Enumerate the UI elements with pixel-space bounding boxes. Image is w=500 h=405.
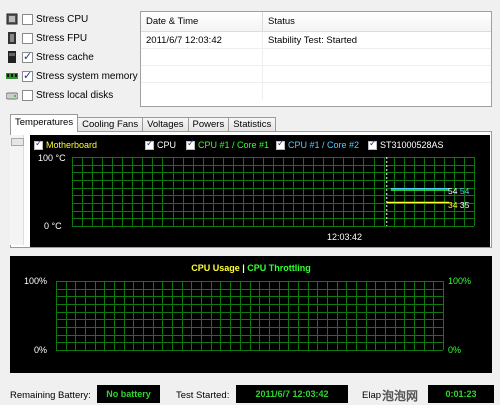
cache-icon [6, 51, 18, 63]
legend-disk[interactable]: ST31000528AS [368, 139, 444, 150]
event-log-header: Date & Time Status [141, 12, 491, 32]
test-started-value: 2011/6/7 12:03:42 [236, 385, 348, 403]
temperature-chart: Motherboard CPU CPU #1 / Core #1 CPU #1 … [30, 135, 490, 247]
memory-icon [6, 70, 18, 82]
value-label-motherboard: 34 35 [448, 200, 470, 210]
temp-x-axis-time: 12:03:42 [327, 232, 363, 242]
legend-core1-label: CPU #1 / Core #1 [198, 140, 270, 150]
legend-cpu[interactable]: CPU [145, 139, 177, 150]
stress-disks-option[interactable]: Stress local disks [5, 87, 114, 103]
watermark-text: 泡泡网 [382, 389, 419, 403]
disk-icon [5, 89, 19, 101]
stress-disks-checkbox[interactable] [22, 89, 33, 101]
empty-row [141, 49, 491, 66]
stress-cpu-checkbox[interactable] [22, 13, 33, 25]
legend-core1[interactable]: CPU #1 / Core #1 [186, 139, 270, 150]
temp-plot-area [72, 157, 475, 227]
remaining-battery-label: Remaining Battery: [10, 390, 91, 401]
cpu-usage-title: CPU Usage [191, 263, 240, 273]
legend-cpu-checkbox[interactable] [145, 139, 154, 150]
elapsed-time-value: 0:01:23 [428, 385, 494, 403]
stress-memory-option[interactable]: Stress system memory [6, 68, 138, 84]
legend-motherboard[interactable]: Motherboard [34, 139, 98, 150]
table-row[interactable]: 2011/6/7 12:03:42 Stability Test: Starte… [141, 32, 491, 49]
legend-core1-checkbox[interactable] [186, 139, 195, 150]
cpu-throttling-title: CPU Throttling [247, 263, 311, 273]
status-column-header[interactable]: Status [263, 12, 491, 31]
throttle-y-axis-max: 100% [448, 276, 472, 286]
tab-cooling-fans[interactable]: Cooling Fans [77, 117, 144, 132]
stress-cache-label: Stress cache [36, 51, 94, 63]
date-time-column-header[interactable]: Date & Time [141, 12, 263, 31]
legend-core2-label: CPU #1 / Core #2 [288, 140, 360, 150]
temp-y-axis-min: 0 °C [44, 221, 62, 231]
value-label-cpu: 54 54 [448, 186, 470, 196]
stress-memory-label: Stress system memory [36, 70, 138, 82]
log-status-cell: Stability Test: Started [268, 35, 358, 46]
stress-cache-option[interactable]: Stress cache [6, 49, 94, 65]
stress-fpu-checkbox[interactable] [22, 32, 33, 44]
stress-fpu-label: Stress FPU [36, 32, 88, 44]
stress-cpu-option[interactable]: Stress CPU [6, 11, 88, 27]
test-started-label: Test Started: [176, 390, 230, 401]
legend-motherboard-checkbox[interactable] [34, 139, 43, 150]
tab-voltages[interactable]: Voltages [142, 117, 189, 132]
legend-disk-label: ST31000528AS [380, 140, 444, 150]
empty-row [141, 83, 491, 100]
usage-plot-area [56, 281, 444, 351]
cpu-usage-legend: CPU Usage | CPU Throttling [191, 263, 311, 273]
stress-fpu-option[interactable]: Stress FPU [6, 30, 87, 46]
stress-disks-label: Stress local disks [36, 89, 114, 101]
scrollbar-thumb[interactable] [11, 138, 24, 146]
remaining-battery-value: No battery [97, 385, 160, 403]
temp-y-axis-max: 100 °C [38, 153, 66, 163]
tab-powers[interactable]: Powers [187, 117, 230, 132]
legend-core2-checkbox[interactable] [276, 139, 285, 150]
stress-cpu-label: Stress CPU [36, 13, 89, 25]
legend-cpu-label: CPU [157, 140, 177, 150]
usage-y-axis-max: 100% [24, 276, 48, 286]
cpu-icon [6, 13, 18, 25]
elapsed-time-label: Elap [362, 390, 382, 401]
event-log-table: Date & Time Status 2011/6/7 12:03:42 Sta… [140, 11, 492, 107]
log-date-cell: 2011/6/7 12:03:42 [141, 32, 263, 48]
legend-motherboard-label: Motherboard [46, 140, 98, 150]
stress-cache-checkbox[interactable] [22, 50, 33, 63]
tab-statistics[interactable]: Statistics [228, 117, 277, 132]
sensor-tabs: Temperatures Cooling Fans Voltages Power… [10, 114, 277, 132]
legend-scrollbar[interactable] [10, 135, 24, 245]
usage-y-axis-min: 0% [34, 345, 48, 355]
legend-core2[interactable]: CPU #1 / Core #2 [276, 139, 360, 150]
fpu-icon [6, 32, 18, 44]
empty-row [141, 66, 491, 83]
stress-memory-checkbox[interactable] [22, 69, 33, 82]
throttle-y-axis-min: 0% [448, 345, 462, 355]
tab-temperatures[interactable]: Temperatures [10, 114, 79, 132]
legend-disk-checkbox[interactable] [368, 139, 377, 150]
cpu-usage-chart: CPU Usage | CPU Throttling 100% 0% 100% … [10, 256, 492, 373]
